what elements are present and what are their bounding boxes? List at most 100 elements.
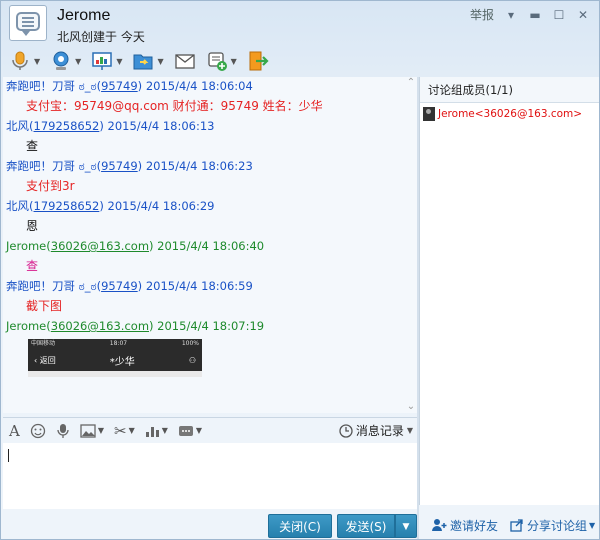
share-icon xyxy=(510,519,523,532)
send-options-button[interactable]: ▼ xyxy=(395,514,417,538)
message-timestamp: 2015/4/4 18:06:04 xyxy=(145,79,253,93)
presentation-icon xyxy=(91,50,113,72)
sender-name: 北风 xyxy=(6,119,29,133)
share-group-label: 分享讨论组 xyxy=(527,518,588,533)
sender-name: Jerome xyxy=(6,239,47,253)
minimize-icon[interactable]: ▬ xyxy=(523,5,547,25)
group-avatar[interactable] xyxy=(9,5,47,41)
message-body: 支付宝：95749@qq.com 财付通：95749 姓名：少华 xyxy=(26,99,323,113)
sender-id-link[interactable]: 179258652 xyxy=(34,119,100,133)
emoji-button[interactable] xyxy=(30,423,46,439)
send-bar: 关闭(C) 发送(S) ▼ xyxy=(3,509,417,539)
chat-title: *少华 xyxy=(109,356,135,368)
add-user-icon xyxy=(432,519,447,531)
message-input[interactable] xyxy=(3,443,417,509)
chevron-down-icon: ▼ xyxy=(402,522,410,532)
back-link: ‹ 返回 xyxy=(34,355,56,365)
screenshot-button[interactable]: ✂ ▼ xyxy=(114,422,135,440)
message-header: Jerome(36026@163.com) 2015/4/4 18:07:19 xyxy=(6,319,265,333)
video-call-button[interactable]: ▼ xyxy=(50,48,81,74)
more-icon xyxy=(178,425,193,436)
message-timestamp: 2015/4/4 18:06:29 xyxy=(107,199,215,213)
sender-id-link[interactable]: 95749 xyxy=(101,279,138,293)
message-history-button[interactable]: 消息记录 ▼ xyxy=(339,422,413,439)
app-button[interactable]: ▼ xyxy=(206,48,237,74)
scroll-down-icon[interactable]: ⌄ xyxy=(405,401,417,413)
message-timestamp: 2015/4/4 18:06:13 xyxy=(107,119,215,133)
message-header: 北风(179258652) 2015/4/4 18:06:13 xyxy=(6,119,215,133)
message-body: 查 xyxy=(26,139,39,153)
folder-icon xyxy=(132,50,154,72)
back-label: 返回 xyxy=(39,355,56,365)
sender-id-link[interactable]: 179258652 xyxy=(34,199,100,213)
message-header: 奔跑吧！刀哥 ಠ_ಠ(95749) 2015/4/4 18:06:04 xyxy=(6,79,253,93)
close-icon[interactable]: ✕ xyxy=(571,5,595,25)
message-timestamp: 2015/4/4 18:06:23 xyxy=(145,159,253,173)
window-controls: 举报 ▾ ▬ ☐ ✕ xyxy=(465,5,595,25)
sender-id-link[interactable]: 95749 xyxy=(101,79,138,93)
share-group-button[interactable]: 分享讨论组 ▼ xyxy=(510,517,595,534)
input-toolbar: A ▼ ✂ ▼ ▼ ▼ 消息记录 ▼ xyxy=(3,417,417,443)
file-transfer-button[interactable]: ▼ xyxy=(132,48,164,74)
report-button[interactable]: 举报 xyxy=(465,5,499,25)
microphone-icon xyxy=(57,423,69,438)
group-name: Jerome xyxy=(57,7,111,24)
font-icon: A xyxy=(9,421,20,440)
member-panel-actions: 邀请好友 分享讨论组 ▼ xyxy=(419,509,599,539)
dropdown-arrow-icon[interactable]: ▾ xyxy=(499,5,523,25)
chat-message: 奔跑吧！刀哥 ಠ_ಠ(95749) 2015/4/4 18:06:23 支付到3r xyxy=(3,157,417,197)
message-header: 奔跑吧！刀哥 ಠ_ಠ(95749) 2015/4/4 18:06:59 xyxy=(6,279,253,293)
member-list: Jerome<36026@163.com> xyxy=(420,103,599,125)
message-body: 恩 xyxy=(26,219,39,233)
webcam-icon xyxy=(50,50,72,72)
sender-id-link[interactable]: 95749 xyxy=(101,159,138,173)
more-button[interactable]: ▼ xyxy=(178,424,202,438)
image-button[interactable]: ▼ xyxy=(80,423,104,438)
member-panel: 讨论组成员(1/1) Jerome<36026@163.com> xyxy=(419,77,599,505)
member-name: Jerome<36026@163.com> xyxy=(438,108,583,120)
text-cursor xyxy=(8,449,9,462)
chat-message: 奔跑吧！刀哥 ಠ_ಠ(95749) 2015/4/4 18:06:59 截下图 xyxy=(3,277,417,317)
message-history-label: 消息记录 xyxy=(355,424,404,438)
sender-name: 北风 xyxy=(6,199,29,213)
voice-call-button[interactable]: ▼ xyxy=(9,48,40,74)
emoji-icon xyxy=(30,423,45,438)
chat-bubble-icon xyxy=(16,12,40,31)
member-avatar xyxy=(423,107,435,121)
chat-history[interactable]: 奔跑吧！刀哥 ಠ_ಠ(95749) 2015/4/4 18:06:04 支付宝：9… xyxy=(3,77,417,413)
sender-id-link[interactable]: 36026@163.com xyxy=(51,319,149,333)
carrier-text: 中国移动 xyxy=(31,340,56,347)
image-icon xyxy=(80,423,96,438)
add-app-icon xyxy=(206,50,228,72)
envelope-icon xyxy=(174,50,196,72)
message-header: 北风(179258652) 2015/4/4 18:06:29 xyxy=(6,199,215,213)
sender-id-link[interactable]: 36026@163.com xyxy=(51,239,149,253)
scroll-up-icon[interactable]: ⌃ xyxy=(405,77,417,89)
bar-chart-icon xyxy=(145,426,159,437)
chat-message: Jerome(36026@163.com) 2015/4/4 18:06:40 查 xyxy=(3,237,417,277)
chart-button[interactable]: ▼ xyxy=(145,424,168,438)
exit-group-button[interactable] xyxy=(247,48,269,74)
close-button[interactable]: 关闭(C) xyxy=(268,514,332,538)
screenshot-thumbnail[interactable]: 中国移动 18:07 100% ‹ 返回 *少华 ⚇ xyxy=(28,339,202,377)
font-button[interactable]: A xyxy=(9,422,20,440)
member-item[interactable]: Jerome<36026@163.com> xyxy=(420,103,599,125)
profile-icon: ⚇ xyxy=(188,355,196,365)
chat-message: Jerome(36026@163.com) 2015/4/4 18:07:19 中… xyxy=(3,317,417,377)
invite-friends-button[interactable]: 邀请好友 xyxy=(431,517,498,534)
screen-share-button[interactable]: ▼ xyxy=(91,48,122,74)
maximize-icon[interactable]: ☐ xyxy=(547,5,571,25)
chat-message: 北风(179258652) 2015/4/4 18:06:13 查 xyxy=(3,117,417,157)
message-body: 支付到3r xyxy=(26,179,75,193)
voice-message-button[interactable] xyxy=(56,423,70,439)
sender-name: 奔跑吧！刀哥 ಠ_ಠ xyxy=(6,159,97,173)
title-bar: Jerome 北风创建于 今天 举报 ▾ ▬ ☐ ✕ xyxy=(1,1,599,47)
message-timestamp: 2015/4/4 18:06:40 xyxy=(157,239,265,253)
mail-button[interactable] xyxy=(174,48,196,74)
send-button[interactable]: 发送(S) xyxy=(337,514,395,538)
clock-text: 18:07 xyxy=(109,340,128,347)
microphone-icon xyxy=(9,50,31,72)
member-panel-title: 讨论组成员(1/1) xyxy=(420,77,599,103)
clock-icon xyxy=(339,423,353,438)
invite-friends-label: 邀请好友 xyxy=(450,518,499,533)
